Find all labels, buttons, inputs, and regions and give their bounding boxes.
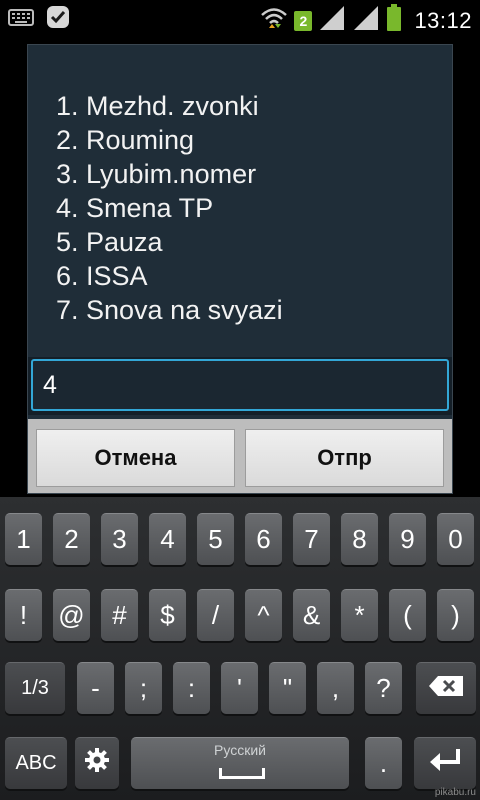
key-exclamation[interactable]: ! <box>5 589 42 641</box>
key-slash[interactable]: / <box>197 589 234 641</box>
watermark: pikabu.ru <box>434 787 476 798</box>
menu-item: 6. ISSA <box>56 261 148 291</box>
key-quote[interactable]: " <box>269 662 306 714</box>
space-bar-icon <box>219 768 265 779</box>
signal-icon <box>352 5 380 36</box>
key-caret[interactable]: ^ <box>245 589 282 641</box>
key-9[interactable]: 9 <box>389 513 426 565</box>
symbols-page-label: 1/3 <box>21 677 49 699</box>
key-semicolon[interactable]: ; <box>125 662 162 714</box>
enter-icon <box>428 747 462 780</box>
send-button[interactable]: Отпр <box>245 429 444 487</box>
key-2[interactable]: 2 <box>53 513 90 565</box>
signal-icon <box>318 5 346 36</box>
battery-icon <box>386 4 402 37</box>
keyboard-language-label: Русский <box>214 742 266 758</box>
menu-item: 3. Lyubim.nomer <box>56 159 257 189</box>
key-0[interactable]: 0 <box>437 513 474 565</box>
menu-item: 7. Snova na svyazi <box>56 295 283 325</box>
key-left-paren[interactable]: ( <box>389 589 426 641</box>
key-8[interactable]: 8 <box>341 513 378 565</box>
wifi-icon <box>260 6 288 35</box>
menu-item: 5. Pauza <box>56 227 163 257</box>
notification-count-badge: 2 <box>294 10 313 31</box>
ussd-menu: 1. Mezhd. zvonki 2. Rouming 3. Lyubim.no… <box>56 89 283 327</box>
key-at[interactable]: @ <box>53 589 90 641</box>
menu-item: 2. Rouming <box>56 125 195 155</box>
gear-icon <box>83 746 111 781</box>
on-screen-keyboard: 1 2 3 4 5 6 7 8 9 0 ! @ # $ / ^ & * ( ) … <box>0 497 480 800</box>
key-hyphen[interactable]: - <box>77 662 114 714</box>
abc-label: ABC <box>15 752 57 774</box>
menu-item: 1. Mezhd. zvonki <box>56 91 259 121</box>
key-apostrophe[interactable]: ' <box>221 662 258 714</box>
backspace-key[interactable] <box>416 662 476 714</box>
key-ampersand[interactable]: & <box>293 589 330 641</box>
menu-item: 4. Smena TP <box>56 193 214 223</box>
key-6[interactable]: 6 <box>245 513 282 565</box>
reply-input[interactable]: 4 <box>31 359 449 411</box>
enter-key[interactable] <box>414 737 476 789</box>
cancel-button[interactable]: Отмена <box>36 429 235 487</box>
key-7[interactable]: 7 <box>293 513 330 565</box>
ussd-dialog: 1. Mezhd. zvonki 2. Rouming 3. Lyubim.no… <box>27 44 453 494</box>
key-hash[interactable]: # <box>101 589 138 641</box>
key-dollar[interactable]: $ <box>149 589 186 641</box>
backspace-icon <box>428 673 464 704</box>
space-key[interactable]: Русский <box>131 737 349 789</box>
symbols-page-key[interactable]: 1/3 <box>5 662 65 714</box>
keyboard-icon <box>8 7 34 32</box>
key-5[interactable]: 5 <box>197 513 234 565</box>
clock: 13:12 <box>414 7 472 33</box>
key-colon[interactable]: : <box>173 662 210 714</box>
check-notification-icon <box>46 5 70 34</box>
key-question[interactable]: ? <box>365 662 402 714</box>
key-3[interactable]: 3 <box>101 513 138 565</box>
settings-key[interactable] <box>75 737 119 789</box>
dialog-button-bar: Отмена Отпр <box>28 419 452 493</box>
key-4[interactable]: 4 <box>149 513 186 565</box>
key-period[interactable]: . <box>365 737 402 789</box>
key-1[interactable]: 1 <box>5 513 42 565</box>
key-comma[interactable]: , <box>317 662 354 714</box>
key-asterisk[interactable]: * <box>341 589 378 641</box>
status-bar: 2 13:12 <box>0 0 480 38</box>
key-right-paren[interactable]: ) <box>437 589 474 641</box>
abc-key[interactable]: ABC <box>5 737 67 789</box>
